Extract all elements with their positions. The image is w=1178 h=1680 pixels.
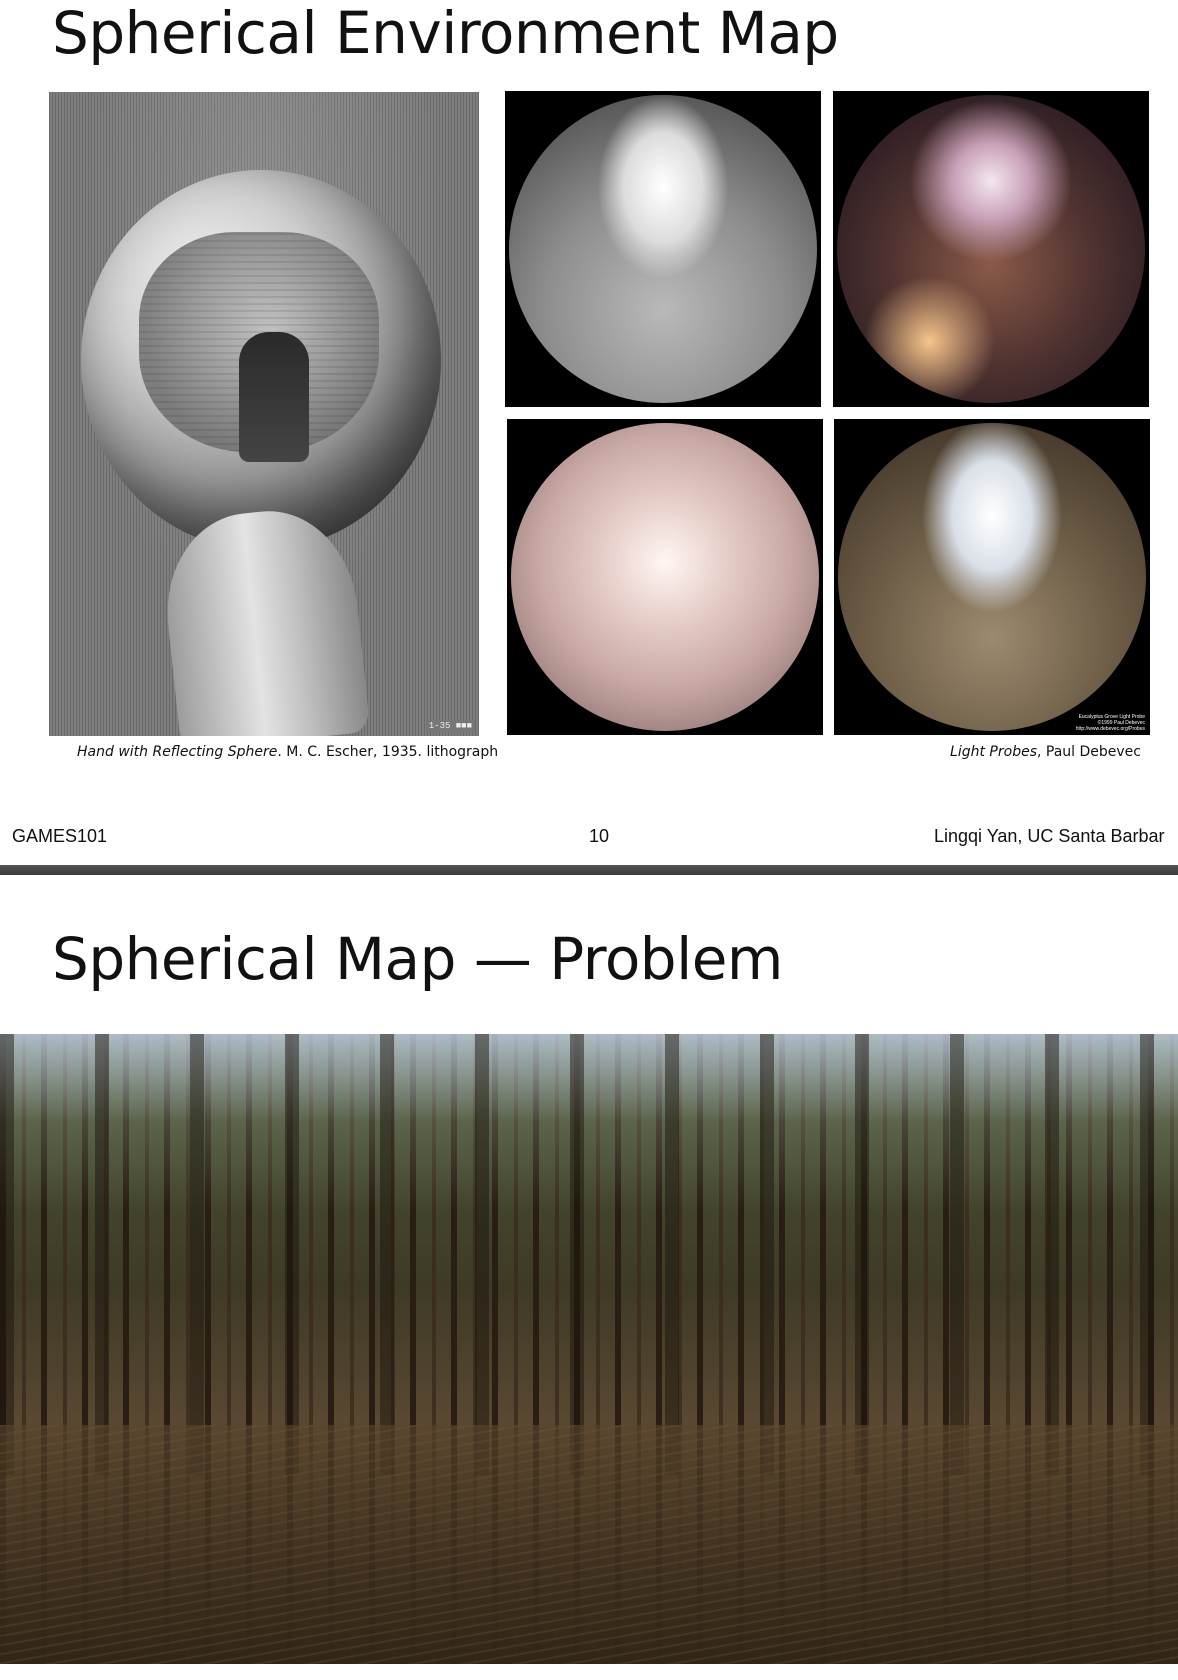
probe-sphere [837, 95, 1145, 403]
slide-title: Spherical Environment Map [52, 0, 839, 67]
light-probe-image-1 [505, 91, 821, 407]
slide-divider [0, 865, 1178, 875]
slide-title: Spherical Map — Problem [52, 925, 783, 993]
light-probe-image-4: Eucalyptus Grove Light Probe ©1999 Paul … [834, 419, 1150, 735]
probe-credit-line: http://www.debevec.org/Probes [1075, 726, 1145, 732]
probe-sphere [511, 423, 819, 731]
caption-title: Light Probes [950, 744, 1037, 760]
light-probe-image-3 [507, 419, 823, 735]
reflected-artist [239, 332, 309, 462]
probe-credit: Eucalyptus Grove Light Probe ©1999 Paul … [1076, 714, 1145, 732]
forest-floor [0, 1424, 1178, 1664]
footer-course: GAMES101 [12, 826, 108, 846]
light-probes-caption: Light Probes, Paul Debevec [950, 744, 1141, 760]
caption-details: , Paul Debevec [1037, 744, 1141, 760]
hand [157, 502, 371, 736]
probe-sphere [838, 423, 1146, 731]
probe-sphere [509, 95, 817, 403]
escher-reflecting-sphere-image: 1-35 ■■■ [49, 92, 479, 736]
escher-caption: Hand with Reflecting Sphere. M. C. Esche… [77, 744, 498, 760]
caption-title: Hand with Reflecting Sphere [77, 744, 278, 760]
light-probe-image-2 [833, 91, 1149, 407]
forest-panorama-image [0, 1034, 1178, 1664]
artist-mark: 1-35 ■■■ [425, 720, 475, 732]
slide-spherical-environment-map: Spherical Environment Map 1-35 ■■■ Eucal… [0, 0, 1178, 865]
footer-author: Lingqi Yan, UC Santa Barbar [934, 826, 1165, 846]
tree-trunks [0, 1034, 1178, 1475]
caption-details: . M. C. Escher, 1935. lithograph [277, 744, 499, 760]
footer-page-number: 10 [589, 826, 610, 846]
